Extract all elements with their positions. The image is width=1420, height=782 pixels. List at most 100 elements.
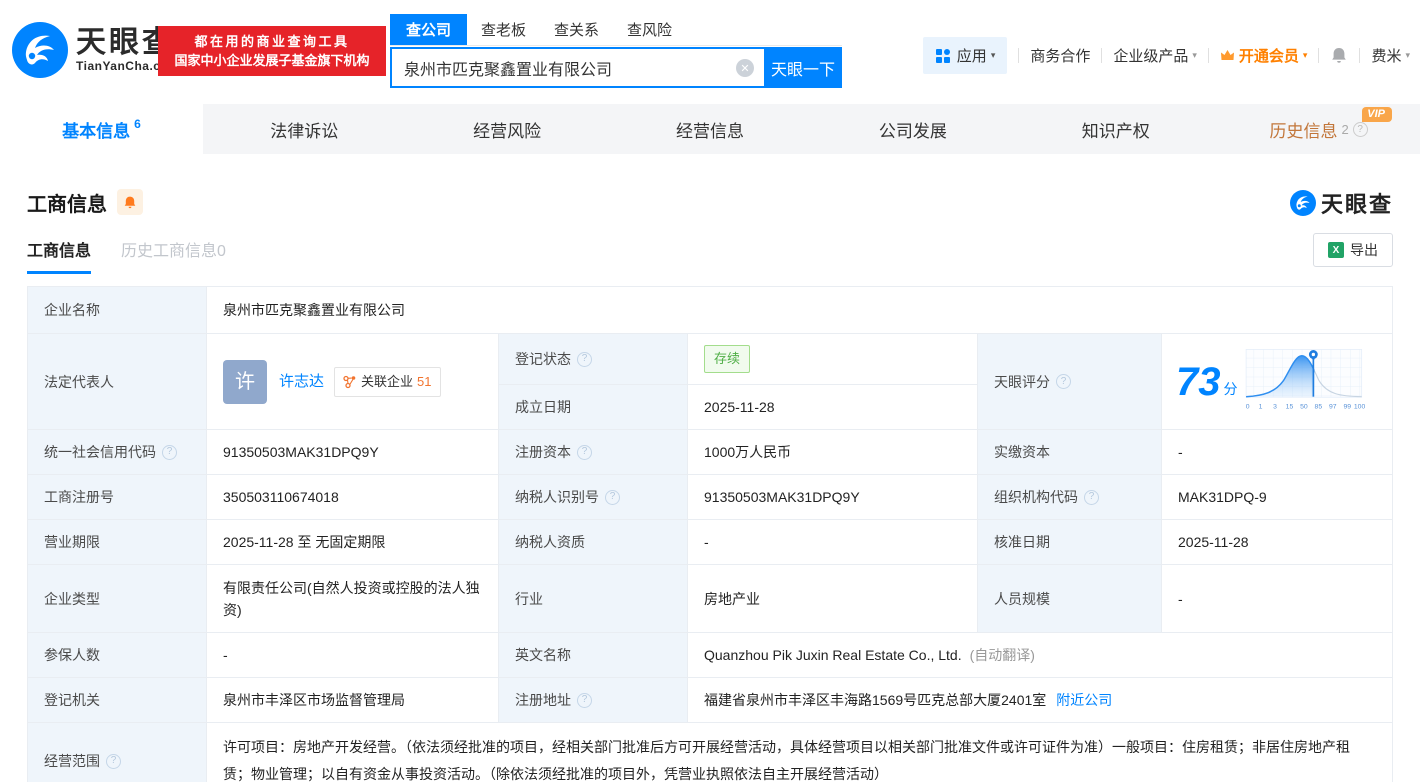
- reg-authority-value: 泉州市丰泽区市场监督管理局: [207, 678, 499, 722]
- divider: [1101, 48, 1102, 63]
- english-name-value: Quanzhou Pik Juxin Real Estate Co., Ltd.…: [688, 633, 1392, 677]
- avatar: 许: [223, 360, 267, 404]
- tab-legal-proceedings[interactable]: 法律诉讼: [203, 104, 406, 154]
- company-type-label: 企业类型: [28, 565, 207, 632]
- business-scope-value: 许可项目：房地产开发经营。（依法须经批准的项目，经相关部门批准后方可开展经营活动…: [207, 723, 1392, 782]
- legal-rep-link[interactable]: 许志达: [279, 371, 324, 393]
- search-tab-company[interactable]: 查公司: [390, 14, 467, 45]
- help-icon[interactable]: ?: [1084, 490, 1099, 505]
- industry-label: 行业: [499, 565, 688, 632]
- svg-text:50: 50: [1300, 403, 1308, 410]
- clear-search-icon[interactable]: ✕: [736, 59, 754, 77]
- chevron-down-icon: ▾: [1303, 50, 1308, 61]
- help-icon[interactable]: ?: [577, 445, 592, 460]
- svg-text:100: 100: [1353, 403, 1365, 410]
- chevron-down-icon: ▾: [991, 50, 996, 61]
- svg-text:97: 97: [1328, 403, 1336, 410]
- reg-status-label: 登记状态 ?: [499, 334, 688, 384]
- field-row: 统一社会信用代码 ? 91350503MAK31DPQ9Y 注册资本 ? 100…: [28, 430, 1392, 475]
- taxpayer-id-value: 91350503MAK31DPQ9Y: [688, 475, 978, 519]
- watermark-logo: 天眼查: [1290, 187, 1393, 219]
- tab-operating-risk[interactable]: 经营风险: [406, 104, 609, 154]
- subscribe-bell-icon[interactable]: [117, 189, 143, 215]
- apps-menu[interactable]: 应用 ▾: [923, 37, 1008, 74]
- tab-intellectual-property[interactable]: 知识产权: [1014, 104, 1217, 154]
- nav-cooperation[interactable]: 商务合作: [1030, 45, 1090, 66]
- reg-authority-label: 登记机关: [28, 678, 207, 722]
- field-row: 登记机关 泉州市丰泽区市场监督管理局 注册地址 ? 福建省泉州市丰泽区丰海路15…: [28, 678, 1392, 723]
- search-tab-relation[interactable]: 查关系: [540, 14, 613, 45]
- search-block: 查公司 查老板 查关系 查风险 ✕ 天眼一下: [390, 16, 842, 88]
- help-icon[interactable]: ?: [605, 490, 620, 505]
- nav-enterprise-label: 企业级产品: [1113, 45, 1188, 66]
- related-companies-label: 关联企业: [361, 371, 413, 393]
- main-content: 工商信息 天眼查 工商信息 历史工商信息0 X 导出 企业名称: [0, 187, 1420, 782]
- field-row: 参保人数 - 英文名称 Quanzhou Pik Juxin Real Esta…: [28, 633, 1392, 678]
- tab-company-development[interactable]: 公司发展: [811, 104, 1014, 154]
- tianyancha-logo-icon: [12, 22, 68, 78]
- legal-rep-label: 法定代表人: [28, 334, 207, 429]
- company-name-value: 泉州市匹克聚鑫置业有限公司: [207, 287, 1392, 333]
- auto-translate-note: (自动翻译): [970, 644, 1035, 666]
- help-icon[interactable]: ?: [162, 445, 177, 460]
- related-companies-badge[interactable]: 关联企业 51: [334, 367, 440, 397]
- search-input[interactable]: [390, 47, 764, 88]
- english-name-label: 英文名称: [499, 633, 688, 677]
- nearby-companies-link[interactable]: 附近公司: [1056, 689, 1112, 711]
- status-badge: 存续: [704, 345, 750, 373]
- apps-grid-icon: [935, 48, 951, 64]
- company-type-value: 有限责任公司(自然人投资或控股的法人独资): [207, 565, 499, 632]
- svg-text:3: 3: [1273, 403, 1277, 410]
- help-icon[interactable]: ?: [106, 754, 121, 769]
- subtab-business-info[interactable]: 工商信息: [27, 237, 91, 274]
- reg-address-value: 福建省泉州市丰泽区丰海路1569号匹克总部大厦2401室 附近公司: [688, 678, 1392, 722]
- approval-date-label: 核准日期: [978, 520, 1162, 564]
- help-icon[interactable]: ?: [577, 352, 592, 367]
- org-code-value: MAK31DPQ-9: [1162, 475, 1392, 519]
- credit-code-value: 91350503MAK31DPQ9Y: [207, 430, 499, 474]
- search-button[interactable]: 天眼一下: [764, 47, 842, 88]
- tab-count: 6: [134, 117, 141, 131]
- company-name-label: 企业名称: [28, 287, 207, 333]
- search-tabs: 查公司 查老板 查关系 查风险: [390, 16, 842, 46]
- section-header: 工商信息 天眼查: [27, 187, 1393, 217]
- subtab-history-business-info[interactable]: 历史工商信息0: [121, 237, 226, 274]
- help-icon[interactable]: ?: [1056, 374, 1071, 389]
- section-title: 工商信息: [27, 188, 107, 217]
- credit-code-label: 统一社会信用代码 ?: [28, 430, 207, 474]
- tab-basic-info[interactable]: 基本信息 6: [0, 104, 203, 154]
- help-icon[interactable]: ?: [1353, 122, 1368, 137]
- reg-status-value: 存续: [688, 334, 978, 384]
- score-value: 73 分: [1162, 334, 1392, 429]
- tab-label: 经营信息: [676, 117, 744, 142]
- username: 费米: [1371, 45, 1401, 66]
- divider: [1208, 48, 1209, 63]
- promo-line1: 都在用的商业查询工具: [194, 32, 349, 51]
- tab-operating-info[interactable]: 经营信息: [609, 104, 812, 154]
- watermark-logo-icon: [1290, 190, 1316, 216]
- tab-label: 历史信息: [1269, 117, 1337, 142]
- reg-capital-value: 1000万人民币: [688, 430, 978, 474]
- export-button[interactable]: X 导出: [1313, 233, 1393, 267]
- notification-bell-icon[interactable]: [1330, 46, 1348, 65]
- tab-history-info[interactable]: VIP 历史信息 2 ?: [1217, 104, 1420, 154]
- network-icon: [343, 375, 357, 389]
- promo-line2: 国家中小企业发展子基金旗下机构: [174, 51, 369, 70]
- user-menu[interactable]: 费米 ▾: [1371, 45, 1410, 66]
- tab-label: 法律诉讼: [270, 117, 338, 142]
- insured-count-value: -: [207, 633, 499, 677]
- nav-enterprise-products[interactable]: 企业级产品 ▾: [1113, 45, 1197, 66]
- site-header: 天眼查 TianYanCha.com 都在用的商业查询工具 国家中小企业发展子基…: [0, 0, 1420, 95]
- svg-text:1: 1: [1258, 403, 1262, 410]
- taxpayer-quality-label: 纳税人资质: [499, 520, 688, 564]
- score-label: 天眼评分 ?: [978, 334, 1162, 429]
- divider: [1359, 48, 1360, 63]
- help-icon[interactable]: ?: [577, 693, 592, 708]
- org-code-label: 组织机构代码 ?: [978, 475, 1162, 519]
- search-tab-risk[interactable]: 查风险: [613, 14, 686, 45]
- search-tab-boss[interactable]: 查老板: [467, 14, 540, 45]
- tianyancha-logo[interactable]: 天眼查 TianYanCha.com: [12, 22, 179, 78]
- nav-open-membership[interactable]: 开通会员 ▾: [1220, 45, 1308, 66]
- tab-label: 基本信息: [62, 117, 130, 142]
- insured-count-label: 参保人数: [28, 633, 207, 677]
